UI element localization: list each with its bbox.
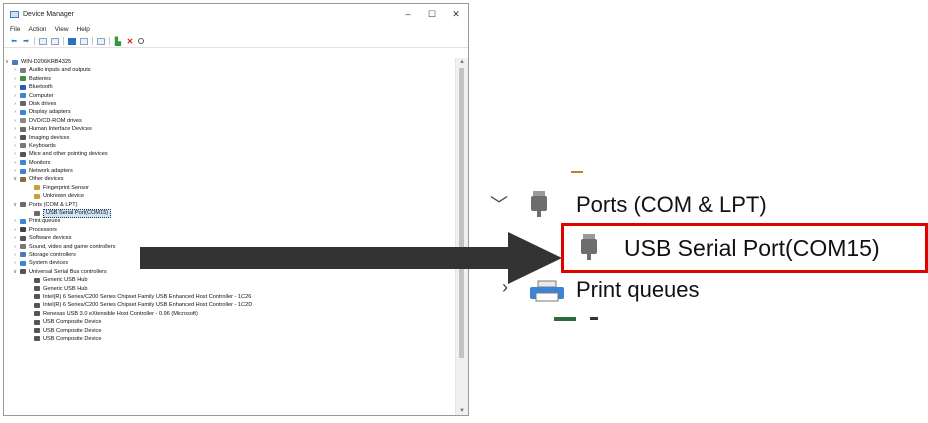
zoom-callout: ﹀ Ports (COM & LPT) USB Serial Port(COM1… bbox=[478, 165, 928, 345]
chevron-down-icon: ﹀ bbox=[490, 195, 508, 215]
port-icon bbox=[531, 191, 547, 217]
chevron-right-icon: › bbox=[502, 277, 508, 297]
zoom-print-queues-label: Print queues bbox=[576, 277, 700, 302]
cropped-icon-fragment bbox=[554, 317, 576, 321]
cropped-icon-fragment bbox=[571, 171, 583, 173]
printer-icon bbox=[530, 280, 564, 302]
zoom-ports-label: Ports (COM & LPT) bbox=[576, 192, 767, 217]
port-icon bbox=[581, 234, 597, 260]
zoom-usb-serial-label: USB Serial Port(COM15) bbox=[624, 235, 880, 261]
cropped-icon-fragment bbox=[590, 317, 598, 320]
